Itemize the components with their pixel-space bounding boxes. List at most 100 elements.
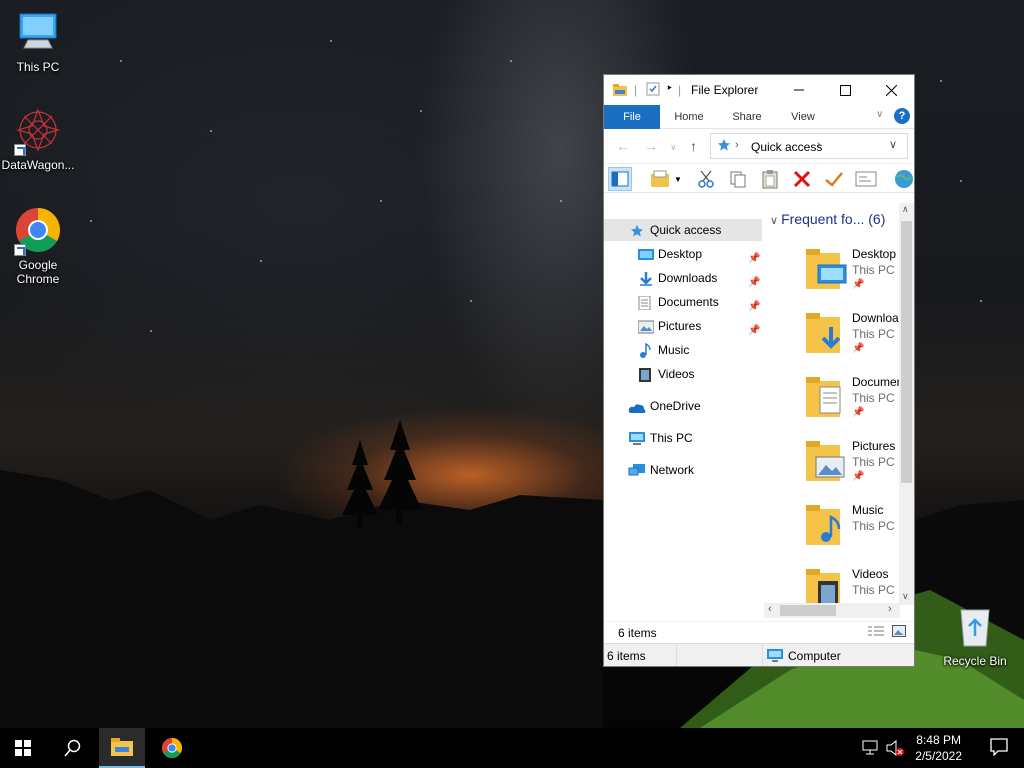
folder-tile-documents[interactable]: Documents This PC 📌 [804, 375, 914, 437]
nav-item-label: Desktop [658, 247, 703, 261]
horizontal-scroll-thumb[interactable] [780, 605, 836, 616]
network-globe-icon[interactable] [892, 167, 914, 191]
desktop-icon-datawagon[interactable]: DataWagon... [0, 106, 76, 172]
folder-tile-pictures[interactable]: Pictures This PC 📌 [804, 439, 914, 501]
start-button[interactable] [0, 728, 46, 768]
expand-ribbon-icon[interactable]: ∨ [876, 109, 883, 120]
pin-icon: 📌 [748, 325, 761, 336]
nav-item-onedrive[interactable]: OneDrive [604, 395, 762, 417]
nav-item-label: OneDrive [650, 399, 701, 413]
search-icon [64, 739, 81, 757]
onedrive-icon [628, 399, 646, 413]
scroll-left-icon[interactable]: ‹ [768, 603, 772, 615]
properties-card-icon[interactable] [854, 167, 878, 191]
folder-location: This PC [852, 455, 895, 469]
volume-muted-icon[interactable] [886, 739, 904, 759]
desktop-icon-chrome[interactable]: Google Chrome [0, 206, 76, 286]
address-dropdown-icon[interactable]: ∨ [889, 138, 897, 151]
folder-tile-desktop[interactable]: Desktop This PC 📌 [804, 247, 914, 309]
quick-toolbar: ▼ [604, 163, 914, 193]
delete-icon[interactable] [790, 167, 814, 191]
pin-icon: 📌 [748, 301, 761, 312]
desktop-icon-recycle-bin[interactable]: Recycle Bin [937, 602, 1013, 668]
breadcrumb-chevron-icon: › [735, 139, 739, 151]
taskbar-file-explorer[interactable] [99, 728, 145, 768]
back-button[interactable]: ← [616, 138, 630, 154]
content-pane: ∨ Frequent fo... (6) Desktop This PC 📌 D… [764, 203, 914, 621]
desktop-icon-this-pc[interactable]: This PC [0, 8, 76, 74]
copy-icon[interactable] [726, 167, 750, 191]
nav-item-label: Network [650, 463, 695, 477]
nav-item-desktop[interactable]: Desktop 📌 [604, 243, 762, 265]
nav-item-quick-access[interactable]: Quick access [604, 219, 762, 241]
scroll-down-icon[interactable]: ∨ [902, 591, 909, 602]
tab-file[interactable]: File [604, 105, 660, 129]
taskbar: 8:48 PM 2/5/2022 [0, 728, 1024, 768]
cut-icon[interactable] [694, 167, 718, 191]
minimize-button[interactable] [776, 75, 822, 105]
folder-tile-music[interactable]: Music This PC [804, 503, 914, 565]
music-icon [638, 342, 654, 358]
properties-icon[interactable] [646, 82, 660, 99]
explorer-panes: Quick access Desktop 📌 Downloads 📌 Docum… [604, 203, 914, 621]
group-header-text: Frequent fo... (6) [781, 211, 886, 227]
this-pc-icon [14, 8, 62, 56]
divider [676, 644, 677, 666]
rename-checkmark-icon[interactable] [822, 167, 846, 191]
documents-icon [638, 295, 654, 311]
address-text: Quick access [751, 140, 823, 154]
breadcrumb-chevron-icon[interactable]: › [817, 139, 821, 151]
large-icons-view-icon[interactable] [892, 625, 906, 640]
nav-item-label: This PC [650, 431, 693, 445]
network-tray-icon[interactable] [862, 740, 880, 759]
nav-item-music[interactable]: Music [604, 339, 762, 361]
quick-access-star-icon [717, 138, 731, 155]
horizontal-scrollbar[interactable]: ‹ › [764, 603, 900, 618]
folder-location: This PC [852, 391, 895, 405]
nav-item-downloads[interactable]: Downloads 📌 [604, 267, 762, 289]
nav-item-videos[interactable]: Videos [604, 363, 762, 385]
nav-item-network[interactable]: Network [604, 459, 762, 481]
vertical-scroll-thumb[interactable] [901, 221, 912, 483]
up-button[interactable]: ↑ [690, 138, 697, 154]
navigation-pane-icon[interactable] [608, 167, 632, 191]
help-icon[interactable]: ? [894, 108, 910, 124]
nav-item-documents[interactable]: Documents 📌 [604, 291, 762, 313]
secondary-status-bar: 6 items Computer [604, 643, 914, 666]
tab-share[interactable]: Share [724, 105, 770, 129]
taskbar-chrome[interactable] [149, 728, 195, 768]
new-folder-icon[interactable] [648, 167, 672, 191]
nav-item-this-pc[interactable]: This PC [604, 427, 762, 449]
vertical-scrollbar[interactable]: ∧ ∨ [899, 203, 914, 605]
nav-item-label: Downloads [658, 271, 718, 285]
maximize-button[interactable] [822, 75, 868, 105]
pin-icon: 📌 [852, 471, 865, 482]
folder-tile-downloads[interactable]: Downloads This PC 📌 [804, 311, 914, 373]
search-button[interactable] [50, 728, 96, 768]
dropdown-arrow-icon[interactable]: ▼ [672, 167, 684, 191]
shortcut-arrow-icon [14, 244, 26, 256]
close-button[interactable] [868, 75, 914, 105]
paste-icon[interactable] [758, 167, 782, 191]
address-bar[interactable]: › Quick access › ∨ [710, 133, 908, 159]
details-view-icon[interactable] [868, 625, 884, 640]
videos-icon [638, 367, 654, 382]
frequent-folders-header[interactable]: ∨ Frequent fo... (6) [770, 211, 885, 227]
folder-location: This PC [852, 327, 895, 341]
clock[interactable]: 8:48 PM 2/5/2022 [915, 732, 962, 764]
ribbon-tabs: File Home Share View ∨ ? [604, 105, 914, 129]
scroll-right-icon[interactable]: › [888, 603, 892, 615]
title-bar[interactable]: | ‣ | File Explorer [604, 75, 914, 105]
forward-button[interactable]: → [644, 138, 658, 154]
recent-locations-icon[interactable]: ∨ [670, 142, 677, 153]
nav-item-pictures[interactable]: Pictures 📌 [604, 315, 762, 337]
pin-icon: 📌 [748, 253, 761, 264]
desktop-folder-icon [804, 247, 848, 293]
action-center-icon[interactable] [990, 738, 1010, 757]
customize-quick-access-icon[interactable]: ‣ [666, 81, 673, 95]
windows-logo-icon [15, 740, 31, 756]
scroll-up-icon[interactable]: ∧ [902, 204, 909, 215]
tab-home[interactable]: Home [666, 105, 712, 129]
tab-view[interactable]: View [780, 105, 826, 129]
pin-icon: 📌 [852, 407, 865, 418]
